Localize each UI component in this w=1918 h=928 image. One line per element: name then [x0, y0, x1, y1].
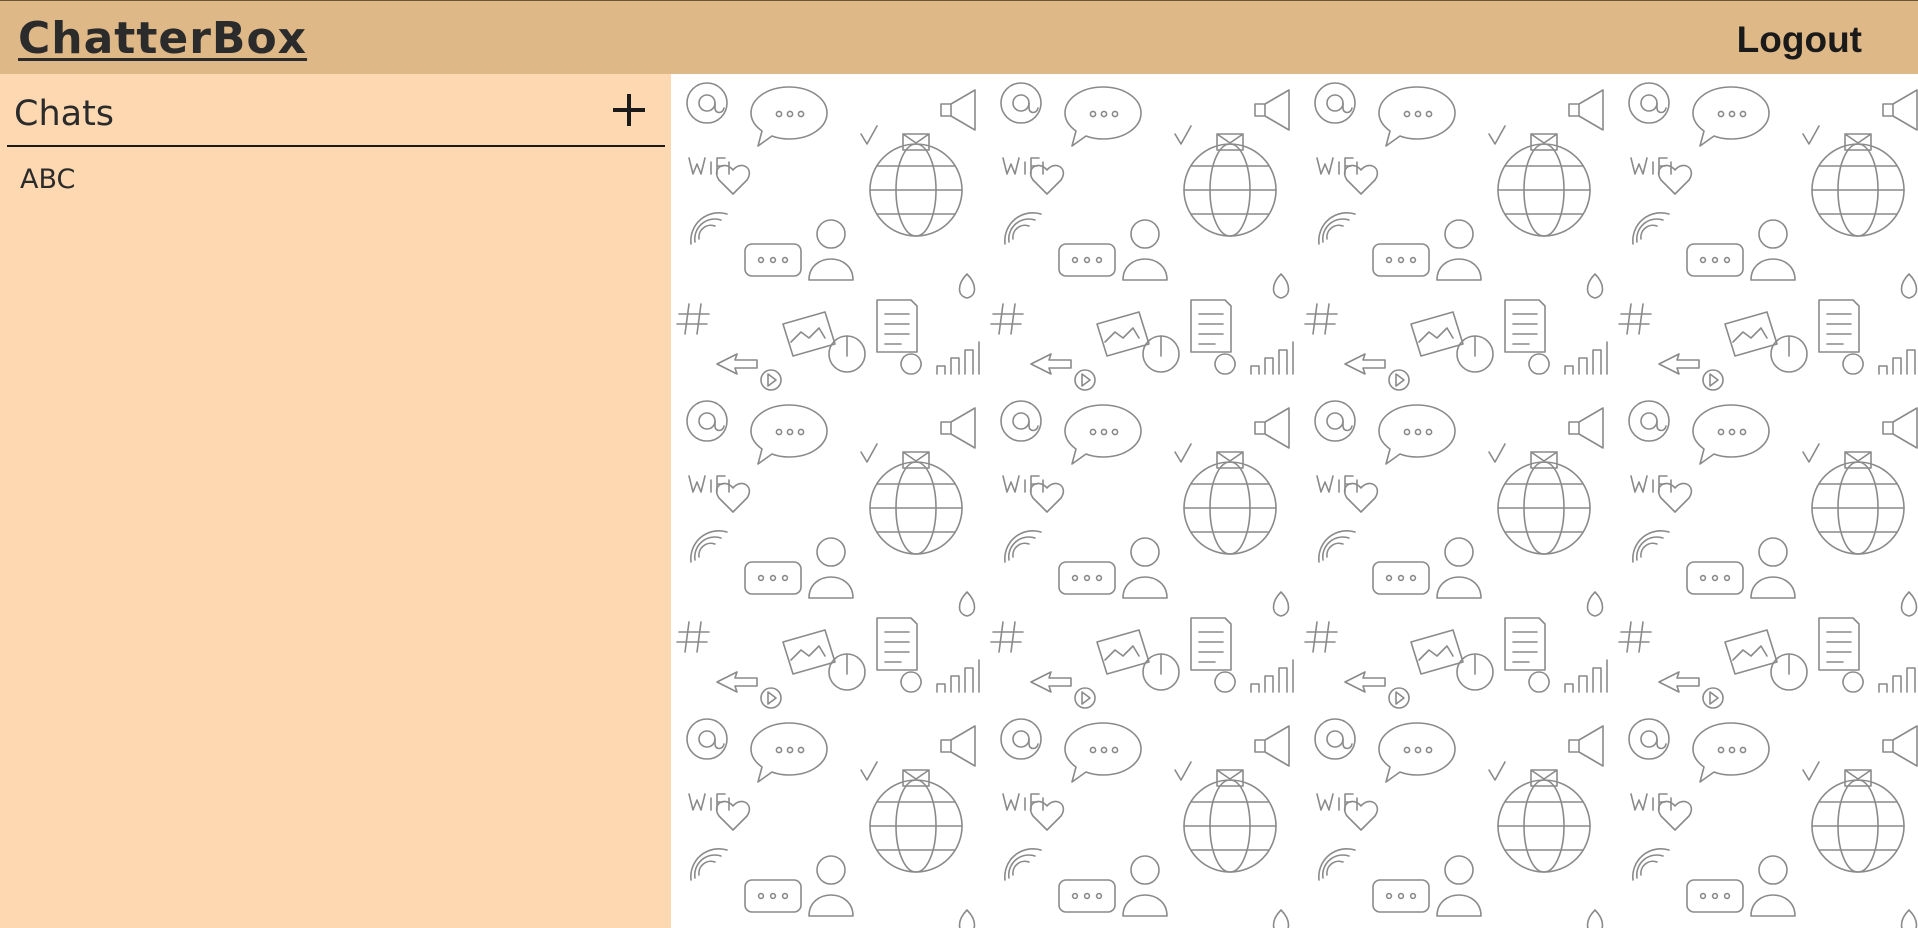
chat-sidebar: Chats ABC: [0, 74, 671, 928]
app-header: ChatterBox Logout: [0, 0, 1918, 74]
chat-background-area: [671, 74, 1918, 928]
logout-button[interactable]: Logout: [1737, 19, 1862, 61]
sidebar-header: Chats: [7, 74, 665, 147]
chat-list: ABC: [0, 156, 671, 204]
plus-icon[interactable]: [609, 90, 649, 130]
sidebar-title: Chats: [14, 94, 115, 134]
doodle-pattern: [671, 74, 1918, 928]
chat-list-item[interactable]: ABC: [0, 156, 671, 204]
brand-logo[interactable]: ChatterBox: [18, 13, 307, 64]
